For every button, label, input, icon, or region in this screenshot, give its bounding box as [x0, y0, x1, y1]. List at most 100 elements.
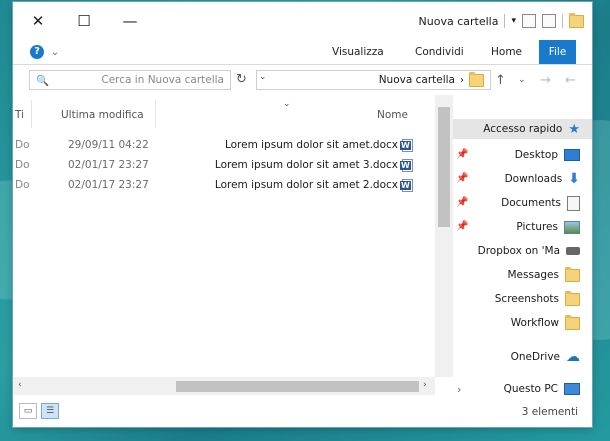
nav-item-workflow[interactable]: Workflow	[511, 313, 580, 333]
help-icon[interactable]: ?	[29, 44, 45, 60]
expand-chevron-icon[interactable]: ›	[457, 383, 461, 396]
nav-item-downloads[interactable]: Downloads ⬇	[505, 169, 580, 189]
folder-icon	[565, 266, 580, 282]
search-input[interactable]: 🔍 Cerca in Nuova cartella	[29, 70, 231, 90]
window-title: Nuova cartella	[418, 14, 499, 28]
address-row: 🔍 Cerca in Nuova cartella ↻ ⌄ Nuova cart…	[13, 65, 592, 95]
nav-item-label: Workflow	[510, 317, 559, 329]
horizontal-scrollbar[interactable]: ‹ ›	[13, 377, 435, 395]
tab-visualizza[interactable]: Visualizza	[324, 40, 392, 64]
folder-icon	[469, 71, 484, 87]
file-row[interactable]: Do 02/01/17 23:27 Lorem ipsum dolor sit …	[13, 177, 433, 193]
refresh-icon[interactable]: ↻	[236, 72, 247, 87]
pin-icon[interactable]: 📌	[456, 221, 468, 232]
tab-condividi[interactable]: Condividi	[407, 40, 472, 64]
nav-item-label: Screenshots	[494, 293, 559, 305]
file-row[interactable]: Do 02/01/17 23:27 Lorem ipsum dolor sit …	[13, 157, 433, 173]
nav-item-messages[interactable]: Messages	[507, 265, 580, 285]
nav-item-label: Downloads	[504, 173, 563, 185]
pin-icon[interactable]: 📌	[456, 149, 468, 160]
file-name-cell: Lorem ipsum dolor sit amet 2.docx	[215, 177, 413, 193]
file-name: Lorem ipsum dolor sit amet 2.docx	[214, 179, 398, 191]
word-document-icon	[400, 138, 413, 152]
file-name: Lorem ipsum dolor sit amet 3.docx	[214, 159, 398, 171]
column-divider[interactable]	[155, 100, 156, 128]
status-bar: ▭ ☰ 3 elementi	[13, 400, 592, 427]
sort-indicator-icon: ⌄	[283, 99, 291, 109]
quick-access-label: Accesso rapido	[483, 123, 563, 135]
tab-file[interactable]: File	[539, 40, 576, 64]
column-header-type[interactable]: Ti	[15, 104, 24, 126]
scrollbar-thumb[interactable]	[176, 381, 419, 392]
nav-item-this-pc[interactable]: Questo PC	[504, 379, 580, 399]
computer-icon	[564, 383, 580, 395]
vertical-scrollbar[interactable]	[435, 95, 453, 377]
nav-item-documents[interactable]: Documents	[501, 193, 580, 213]
recent-dropdown-icon[interactable]: ⌄	[518, 75, 526, 85]
folder-icon	[565, 290, 580, 306]
properties-icon[interactable]	[522, 14, 536, 28]
path-segment[interactable]: Nuova cartella	[379, 74, 455, 86]
word-document-icon	[400, 178, 413, 192]
download-icon: ⬇	[568, 171, 580, 187]
explorer-window: ✕ ☐ — Nuova cartella ▾ ? ⌄ Visualizza Co…	[13, 2, 592, 427]
word-document-icon	[400, 158, 413, 172]
nav-item-label: Dropbox on 'Ma	[477, 245, 560, 257]
scroll-right-icon[interactable]: ›	[423, 380, 427, 390]
scroll-left-icon[interactable]: ‹	[18, 380, 22, 390]
maximize-button[interactable]: ☐	[71, 8, 97, 34]
file-modified: 29/09/11 04:22	[68, 139, 149, 151]
chevron-down-icon[interactable]: ⌄	[47, 44, 63, 60]
nav-item-label: Documents	[501, 197, 561, 209]
file-row[interactable]: Do 29/09/11 04:22 Lorem ipsum dolor sit …	[13, 137, 433, 153]
nav-item-label: Desktop	[514, 149, 558, 161]
column-header-name[interactable]: Nome	[377, 104, 408, 126]
file-name: Lorem ipsum dolor sit amet.docx	[224, 139, 398, 151]
pin-icon[interactable]: 📌	[456, 197, 468, 208]
folder-icon	[565, 314, 580, 330]
pin-icon[interactable]: 📌	[456, 173, 468, 184]
up-arrow-icon[interactable]: ↑	[495, 73, 506, 88]
file-type: Do	[15, 159, 30, 171]
nav-item-dropbox[interactable]: Dropbox on 'Ma	[478, 241, 580, 261]
star-icon: ★	[568, 121, 580, 137]
search-placeholder: Cerca in Nuova cartella	[101, 74, 224, 86]
column-header-modified[interactable]: Ultima modifica	[61, 104, 144, 126]
separator	[562, 14, 563, 28]
ribbon-tabs: ? ⌄ Visualizza Condividi Home File	[13, 40, 592, 65]
cloud-icon: ☁	[566, 349, 580, 365]
address-bar[interactable]: Nuova cartella ›	[256, 70, 491, 90]
nav-item-desktop[interactable]: Desktop	[515, 145, 580, 165]
large-icons-view-button[interactable]: ▭	[19, 403, 37, 419]
scrollbar-thumb[interactable]	[438, 107, 450, 227]
folder-icon	[569, 12, 584, 28]
nav-item-onedrive[interactable]: OneDrive ☁	[511, 347, 580, 367]
title-bar: ✕ ☐ — Nuova cartella ▾	[13, 2, 592, 40]
nav-item-screenshots[interactable]: Screenshots	[495, 289, 580, 309]
file-type: Do	[15, 179, 30, 191]
minimize-button[interactable]: —	[117, 8, 143, 34]
file-name-cell: Lorem ipsum dolor sit amet.docx	[225, 137, 413, 153]
file-list: Ti Ultima modifica ⌄ Nome Do 29/09/11 04…	[13, 95, 453, 395]
file-type: Do	[15, 139, 30, 151]
nav-item-label: Questo PC	[503, 383, 558, 395]
file-name-cell: Lorem ipsum dolor sit amet 3.docx	[215, 157, 413, 173]
close-button[interactable]: ✕	[25, 8, 51, 34]
item-count: 3 elementi	[521, 406, 578, 418]
nav-item-label: Messages	[507, 269, 560, 281]
file-modified: 02/01/17 23:27	[68, 179, 149, 191]
details-view-button[interactable]: ☰	[41, 403, 59, 419]
nav-item-quick-access[interactable]: Accesso rapido ★	[453, 119, 592, 139]
nav-item-label: Pictures	[516, 221, 558, 233]
forward-arrow-icon[interactable]: →	[540, 73, 551, 88]
documents-icon	[567, 195, 580, 211]
tab-home[interactable]: Home	[483, 40, 530, 64]
chevron-right-icon[interactable]: ›	[460, 75, 464, 86]
column-divider[interactable]	[31, 100, 32, 128]
nav-item-pictures[interactable]: Pictures	[516, 217, 580, 237]
search-icon: 🔍	[36, 74, 50, 87]
back-arrow-icon[interactable]: ←	[565, 73, 576, 88]
navigation-pane: Accesso rapido ★ Desktop 📌 Downloads ⬇ 📌…	[453, 95, 592, 405]
quick-access-dropdown-icon[interactable]: ▾	[511, 16, 516, 26]
new-folder-icon[interactable]	[542, 14, 556, 28]
